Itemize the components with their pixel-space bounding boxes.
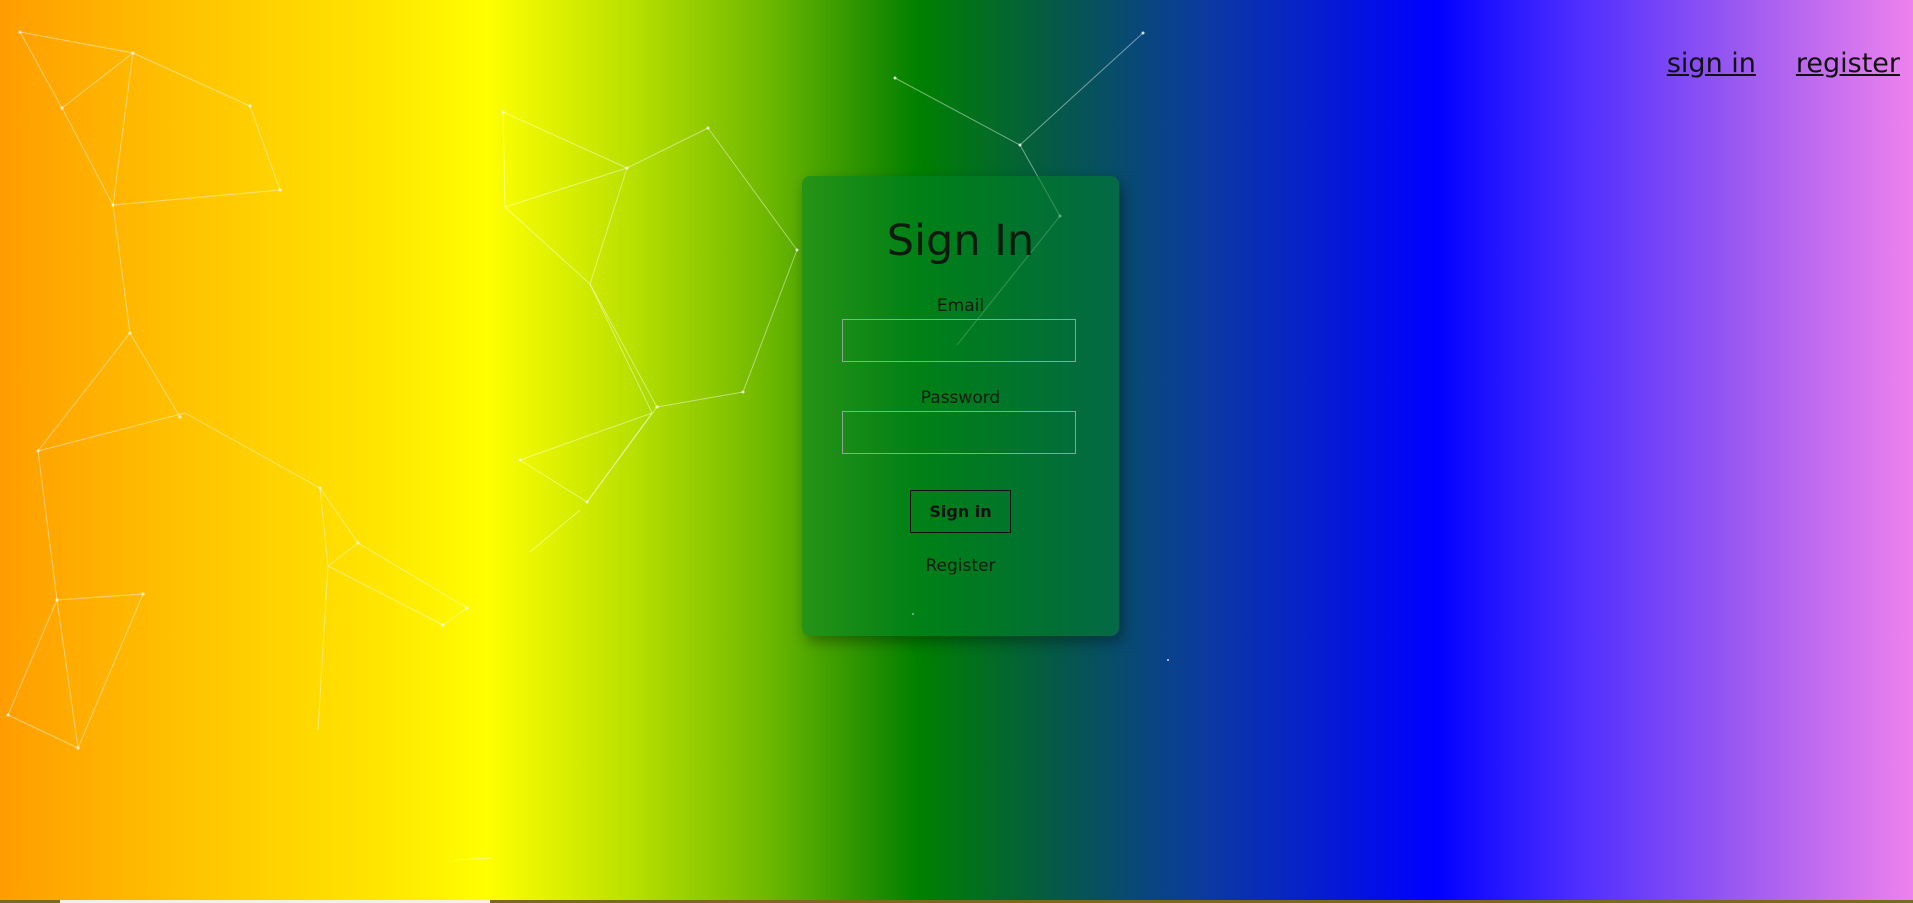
nav-register-link[interactable]: register [1796,48,1900,79]
sign-in-card: Sign In Email Password Sign in Register [802,176,1119,636]
password-field[interactable] [842,411,1076,454]
top-navigation: sign in register [1667,48,1900,79]
page-title: Sign In [886,216,1035,266]
password-label: Password [920,388,1001,408]
email-label: Email [936,296,985,316]
email-field[interactable] [842,319,1076,362]
sign-in-button[interactable]: Sign in [910,490,1011,533]
register-link[interactable]: Register [802,556,1119,576]
nav-sign-in-link[interactable]: sign in [1667,48,1756,79]
page-background: sign in register Sign In Email Password … [0,0,1913,903]
